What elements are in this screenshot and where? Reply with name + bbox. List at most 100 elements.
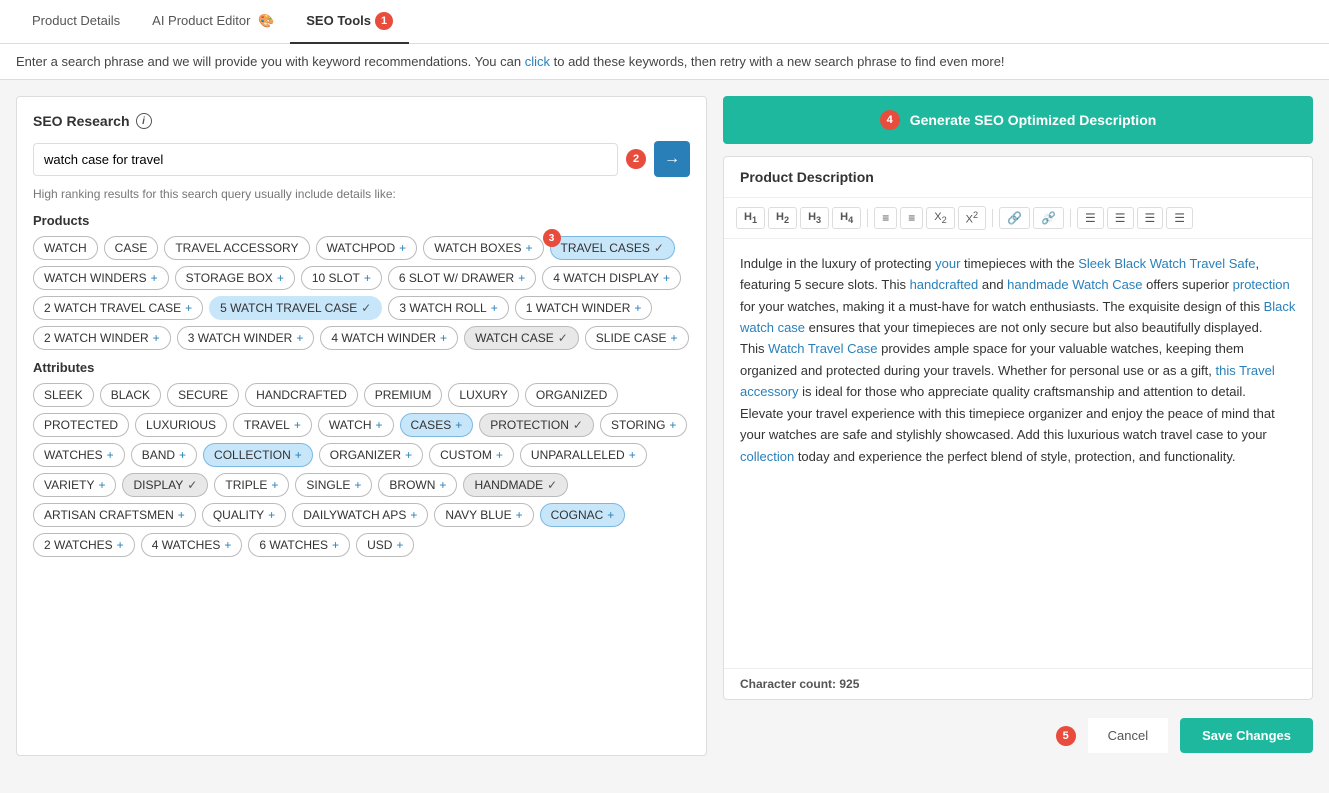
tag-1-watch-winder[interactable]: 1 WATCH WINDER + (515, 296, 653, 320)
tab-seo-tools[interactable]: SEO Tools 1 (290, 0, 409, 44)
tab-seo-tools-label: SEO Tools (306, 13, 371, 28)
toolbar-superscript[interactable]: X2 (958, 206, 986, 230)
right-panel: 4 Generate SEO Optimized Description Pro… (723, 96, 1313, 757)
products-section: Products WATCH CASE TRAVEL ACCESSORY WAT… (33, 213, 690, 350)
tag-dailywatch-aps[interactable]: DAILYWATCH APS + (292, 503, 428, 527)
hint-text: High ranking results for this search que… (33, 187, 690, 201)
toolbar-align-center[interactable]: ☰ (1107, 207, 1134, 229)
tag-triple[interactable]: TRIPLE + (214, 473, 289, 497)
tag-secure[interactable]: SECURE (167, 383, 239, 407)
info-icon[interactable]: i (136, 113, 152, 129)
tag-protected[interactable]: PROTECTED (33, 413, 129, 437)
tag-4-watch-display[interactable]: 4 WATCH DISPLAY + (542, 266, 681, 290)
tag-cases[interactable]: CASES + (400, 413, 474, 437)
generate-label: Generate SEO Optimized Description (910, 112, 1157, 128)
tag-brown[interactable]: BROWN + (378, 473, 457, 497)
search-button[interactable]: → (654, 141, 690, 177)
tag-6-watches[interactable]: 6 WATCHES + (248, 533, 350, 557)
tag-custom[interactable]: CUSTOM + (429, 443, 514, 467)
tag-band[interactable]: BAND + (131, 443, 197, 467)
tag-10-slot[interactable]: 10 SLOT + (301, 266, 382, 290)
toolbar-align-right[interactable]: ☰ (1137, 207, 1164, 229)
tag-luxurious[interactable]: LUXURIOUS (135, 413, 227, 437)
top-tabs: Product Details AI Product Editor 🎨 SEO … (0, 0, 1329, 44)
tag-storing[interactable]: STORING + (600, 413, 687, 437)
main-layout: SEO Research i 2 → High ranking results … (0, 80, 1329, 773)
tag-organizer[interactable]: ORGANIZER + (319, 443, 423, 467)
description-panel: Product Description H1 H2 H3 H4 ≡ ≡ X2 X… (723, 156, 1313, 700)
tag-navy-blue[interactable]: NAVY BLUE + (434, 503, 533, 527)
tag-6-slot-drawer[interactable]: 6 SLOT W/ DRAWER + (388, 266, 536, 290)
tag-usd[interactable]: USD + (356, 533, 414, 557)
tag-watchpod[interactable]: WATCHPOD + (316, 236, 418, 260)
editor-content[interactable]: Indulge in the luxury of protecting your… (724, 239, 1312, 668)
step3-badge: 3 (543, 229, 561, 247)
tab-ai-editor[interactable]: AI Product Editor 🎨 (136, 1, 290, 43)
tag-display[interactable]: DISPLAY ✓ (122, 473, 208, 497)
tag-quality[interactable]: QUALITY + (202, 503, 286, 527)
step5-badge: 5 (1056, 726, 1076, 746)
tag-watch-winders[interactable]: WATCH WINDERS + (33, 266, 169, 290)
tag-black[interactable]: BLACK (100, 383, 161, 407)
tag-organized[interactable]: ORGANIZED (525, 383, 618, 407)
info-text: Enter a search phrase and we will provid… (16, 54, 1005, 69)
tag-case[interactable]: CASE (104, 236, 159, 260)
seo-research-title: SEO Research (33, 113, 130, 129)
tag-artisan-craftsmen[interactable]: ARTISAN CRAFTSMEN + (33, 503, 196, 527)
toolbar-ul[interactable]: ≡ (874, 207, 897, 229)
tag-cognac[interactable]: COGNAC + (540, 503, 626, 527)
bottom-actions: 5 Cancel Save Changes (723, 712, 1313, 757)
tag-single[interactable]: SINGLE + (295, 473, 372, 497)
tag-2-watch-travel-case[interactable]: 2 WATCH TRAVEL CASE + (33, 296, 203, 320)
tag-travel[interactable]: TRAVEL + (233, 413, 312, 437)
seo-research-header: SEO Research i (33, 113, 690, 129)
tag-unparalleled[interactable]: UNPARALLELED + (520, 443, 647, 467)
save-changes-button[interactable]: Save Changes (1180, 718, 1313, 753)
tag-travel-cases[interactable]: 3 TRAVEL CASES ✓ (550, 236, 675, 260)
toolbar-subscript[interactable]: X2 (926, 207, 954, 229)
generate-seo-button[interactable]: 4 Generate SEO Optimized Description (723, 96, 1313, 144)
tag-4-watch-winder[interactable]: 4 WATCH WINDER + (320, 326, 458, 350)
tag-watch-boxes[interactable]: WATCH BOXES + (423, 236, 543, 260)
info-bar: Enter a search phrase and we will provid… (0, 44, 1329, 80)
generate-badge: 4 (880, 110, 900, 130)
tag-protection[interactable]: PROTECTION ✓ (479, 413, 594, 437)
toolbar-link[interactable]: 🔗 (999, 207, 1030, 229)
tag-luxury[interactable]: LUXURY (448, 383, 518, 407)
tag-slide-case[interactable]: SLIDE CASE + (585, 326, 689, 350)
cancel-button[interactable]: Cancel (1088, 718, 1168, 753)
toolbar-justify[interactable]: ☰ (1166, 207, 1193, 229)
attributes-section: Attributes SLEEK BLACK SECURE HANDCRAFTE… (33, 360, 690, 557)
toolbar-h4[interactable]: H4 (832, 207, 861, 229)
tag-premium[interactable]: PREMIUM (364, 383, 443, 407)
tab-product-details[interactable]: Product Details (16, 1, 136, 42)
tag-2-watch-winder[interactable]: 2 WATCH WINDER + (33, 326, 171, 350)
tag-watch-case[interactable]: WATCH CASE ✓ (464, 326, 579, 350)
search-input[interactable] (33, 143, 618, 176)
tag-travel-accessory[interactable]: TRAVEL ACCESSORY (164, 236, 309, 260)
toolbar-unlink[interactable]: ⛓‍💥 (1033, 207, 1064, 229)
toolbar-h2[interactable]: H2 (768, 207, 797, 229)
tag-5-watch-travel-case[interactable]: 5 WATCH TRAVEL CASE ✓ (209, 296, 382, 320)
toolbar-divider-2 (992, 209, 993, 227)
tag-collection[interactable]: COLLECTION + (203, 443, 313, 467)
toolbar-ol[interactable]: ≡ (900, 207, 923, 229)
toolbar-h3[interactable]: H3 (800, 207, 829, 229)
toolbar-h1[interactable]: H1 (736, 207, 765, 229)
tag-handcrafted[interactable]: HANDCRAFTED (245, 383, 358, 407)
tag-storage-box[interactable]: STORAGE BOX + (175, 266, 295, 290)
tag-3-watch-roll[interactable]: 3 WATCH ROLL + (388, 296, 508, 320)
search-row: 2 → (33, 141, 690, 177)
tag-3-watch-winder[interactable]: 3 WATCH WINDER + (177, 326, 315, 350)
toolbar-divider-1 (867, 209, 868, 227)
attribute-tags: SLEEK BLACK SECURE HANDCRAFTED PREMIUM L… (33, 383, 690, 557)
tag-handmade[interactable]: HANDMADE ✓ (463, 473, 568, 497)
tag-2-watches[interactable]: 2 WATCHES + (33, 533, 135, 557)
toolbar-align-left[interactable]: ☰ (1077, 207, 1104, 229)
tag-watch-attr[interactable]: WATCH + (318, 413, 394, 437)
tag-sleek[interactable]: SLEEK (33, 383, 94, 407)
tag-4-watches[interactable]: 4 WATCHES + (141, 533, 243, 557)
tag-watches[interactable]: WATCHES + (33, 443, 125, 467)
tag-watch[interactable]: WATCH (33, 236, 98, 260)
tag-variety[interactable]: VARIETY + (33, 473, 116, 497)
